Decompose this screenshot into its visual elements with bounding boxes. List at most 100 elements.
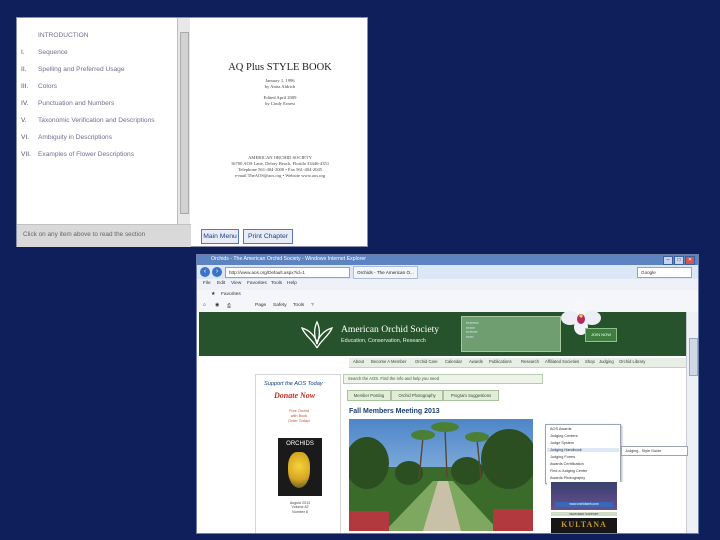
help-icon[interactable]: ?	[311, 303, 314, 308]
minimize-button[interactable]: –	[663, 256, 673, 265]
toc-item-spelling[interactable]: II. Spelling and Preferred Usage	[21, 66, 125, 73]
print-icon[interactable]: ⎙	[227, 303, 231, 309]
menu-help[interactable]: Help	[287, 281, 297, 286]
print-chapter-button[interactable]: Print Chapter	[243, 229, 293, 244]
page-menu[interactable]: Page	[255, 303, 266, 308]
back-button[interactable]: ‹	[200, 267, 210, 277]
title-page: AQ Plus STYLE BOOK January 1, 1996 by An…	[193, 18, 367, 224]
dd-judging-handbook[interactable]: Judging Handbook	[547, 448, 619, 452]
donate-now-link[interactable]: Donate Now	[274, 391, 315, 400]
home-icon[interactable]: ⌂	[203, 303, 206, 308]
window-title: Orchids - The American Orchid Society - …	[211, 256, 367, 262]
forward-button[interactable]: ›	[212, 267, 222, 277]
browser-window: Orchids - The American Orchid Society - …	[196, 254, 699, 534]
dd-awards-photography[interactable]: Awards Photography	[550, 476, 585, 480]
nav-publications[interactable]: Publications	[489, 359, 512, 364]
webpage: American Orchid Society Education, Conse…	[197, 298, 688, 533]
menu-edit[interactable]: Edit	[217, 281, 225, 286]
toc-pane: INTRODUCTION I. Sequence II. Spelling and …	[17, 18, 178, 224]
dd-find-judging-center[interactable]: Find a Judging Center	[550, 469, 587, 473]
menu-file[interactable]: File	[203, 281, 211, 286]
dd-awards-certification[interactable]: Awards Certification	[550, 462, 584, 466]
featured-support-label: FEATURED SUPPORT	[551, 512, 617, 516]
page-scrollbar[interactable]	[686, 312, 698, 533]
safety-menu[interactable]: Safety	[273, 303, 287, 308]
toc-item-introduction[interactable]: INTRODUCTION	[21, 32, 89, 39]
dd-aos-awards[interactable]: AOS Awards	[550, 427, 571, 431]
sidebar-promo[interactable]: Free Orchid with Book Order Today!	[278, 409, 320, 423]
meeting-headline[interactable]: Fall Members Meeting 2013	[349, 408, 440, 415]
dd-judging-forms[interactable]: Judging Forms	[550, 455, 575, 459]
book-author-2: by Cindy Ernest	[265, 101, 295, 106]
kultana-ad[interactable]: KULTANA	[551, 518, 617, 533]
toc-item-punctuation[interactable]: IV. Punctuation and Numbers	[21, 100, 114, 107]
nav-orchid-library[interactable]: Orchid Library	[619, 359, 645, 364]
tools-menu[interactable]: Tools	[293, 303, 304, 308]
book-date-1: January 1, 1996	[265, 78, 295, 83]
nav-orchid-care[interactable]: Orchid Care	[415, 359, 438, 364]
page-scroll-thumb[interactable]	[689, 338, 698, 376]
menu-tools[interactable]: Tools	[271, 281, 282, 286]
maximize-button[interactable]: □	[674, 256, 684, 265]
close-button[interactable]: ✕	[685, 256, 695, 265]
scroll-thumb[interactable]	[180, 32, 189, 214]
site-search-bar[interactable]: Search the AOS. Find the info and help y…	[343, 374, 543, 384]
product-ad[interactable]: www.orchidweb.com	[551, 482, 617, 510]
favorites-star-icon[interactable]: ★	[211, 292, 215, 297]
nav-about[interactable]: About	[353, 359, 364, 364]
style-guide-submenu-item[interactable]: Judging - Style Guide	[621, 446, 688, 456]
toc-item-ambiguity[interactable]: VI. Ambiguity in Descriptions	[21, 134, 112, 141]
nav-awards[interactable]: Awards	[469, 359, 483, 364]
address-toolbar: ‹ › http://www.aos.org/Default.aspx?id=1…	[197, 265, 698, 280]
banner-ad-text-icon: ▪▪▪▪▪▪▪▪▪▪ ▪▪▪▪▪▪▪ ▪▪▪▪▪▪▪▪▪ ▪▪▪▪▪▪	[466, 321, 479, 339]
address-bar[interactable]: http://www.aos.org/Default.aspx?id=1	[225, 267, 350, 278]
nav-research[interactable]: Research	[521, 359, 539, 364]
kultana-logo: KULTANA	[561, 520, 607, 529]
nav-become-member[interactable]: Become A Member	[371, 359, 406, 364]
toc-footer: Click on any item above to read the sect…	[17, 224, 191, 247]
nav-calendar[interactable]: Calendar	[445, 359, 462, 364]
aos-logo-icon	[300, 320, 334, 349]
toc-item-sequence[interactable]: I. Sequence	[21, 49, 68, 56]
footer-hint: Click on any item above to read the sect…	[23, 231, 146, 238]
orchids-magazine-cover[interactable]: ORCHIDS	[278, 438, 322, 496]
society-phone: Telephone 561-404-2000 • Fax 561-404-204…	[237, 167, 323, 172]
society-name: AMERICAN ORCHID SOCIETY	[248, 155, 312, 160]
main-menu-button[interactable]: Main Menu	[201, 229, 239, 244]
search-box[interactable]: Google	[637, 267, 692, 278]
book-date-2: Edited April 2009	[263, 95, 297, 100]
society-contact: e-mail TheAOS@aos.org • Website www.aos.…	[234, 173, 326, 178]
browser-titlebar: Orchids - The American Orchid Society - …	[197, 255, 698, 265]
right-ads-column: www.orchidweb.com FEATURED SUPPORT KULTA…	[547, 482, 627, 533]
donate-sidebar: Support the AOS Today Donate Now Free Or…	[255, 374, 341, 533]
tab-member-posting[interactable]: Member Posting	[347, 390, 391, 401]
magazine-caption: August 2013 Volume 82 Number 8	[278, 501, 322, 514]
nav-shop[interactable]: Shop	[585, 359, 595, 364]
join-now-button[interactable]: JOIN NOW	[585, 328, 617, 342]
menu-view[interactable]: View	[231, 281, 241, 286]
tab-program-suggestions[interactable]: Program Suggestions	[443, 390, 499, 401]
aos-site-name: American Orchid Society	[341, 324, 440, 335]
feeds-icon[interactable]: ◉	[215, 303, 219, 308]
favorites-label[interactable]: Favorites	[221, 292, 241, 297]
aos-header: American Orchid Society Education, Conse…	[199, 298, 686, 356]
support-heading: Support the AOS Today	[264, 381, 323, 387]
toc-item-examples[interactable]: VII. Examples of Flower Descriptions	[21, 151, 134, 158]
caption-line-3: Number 8	[292, 509, 308, 514]
header-banner-ad[interactable]: ▪▪▪▪▪▪▪▪▪▪ ▪▪▪▪▪▪▪ ▪▪▪▪▪▪▪▪▪ ▪▪▪▪▪▪	[461, 316, 561, 352]
nav-affiliated-societies[interactable]: Affiliated Societies	[545, 359, 579, 364]
dd-judge-system[interactable]: Judge System	[550, 441, 574, 445]
promo-line-3: Order Today!	[288, 418, 310, 423]
product-ad-url: www.orchidweb.com	[555, 502, 613, 507]
dd-judging-centers[interactable]: Judging Centers	[550, 434, 578, 438]
site-nav: About Become A Member Orchid Care Calend…	[349, 358, 686, 368]
menu-favorites[interactable]: Favorites	[247, 281, 267, 286]
tab-orchids[interactable]: Orchids - The American O...	[353, 266, 418, 279]
nav-judging[interactable]: Judging	[599, 359, 614, 364]
toc-item-taxonomic[interactable]: V. Taxonomic Verification and Description…	[21, 117, 155, 124]
garden-photo[interactable]	[349, 419, 533, 531]
book-title: AQ Plus STYLE BOOK	[228, 62, 332, 73]
toc-scrollbar[interactable]	[177, 18, 190, 224]
tab-orchid-photography[interactable]: Orchid Photography	[391, 390, 443, 401]
toc-item-colors[interactable]: III. Colors	[21, 83, 57, 90]
